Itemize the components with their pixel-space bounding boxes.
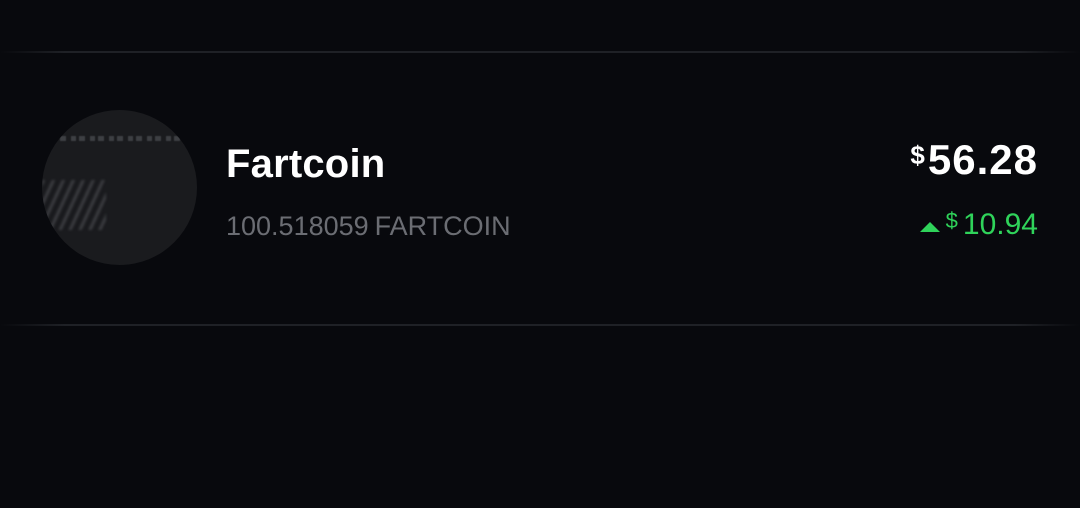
price-change: $ 10.94 [919,208,1038,242]
bottom-divider [0,324,1080,326]
fiat-value: $ 56.28 [910,136,1038,184]
token-avatar [42,110,197,265]
asset-list: Fartcoin 100.518059 FARTCOIN $ 56.28 $ 10… [0,0,1080,508]
top-divider [0,51,1080,53]
token-balance-amount: 100.518059 [226,211,369,241]
token-symbol: FARTCOIN [374,211,511,241]
avatar-image-detail [42,180,106,230]
token-balance: 100.518059 FARTCOIN [226,211,511,242]
change-amount: 10.94 [962,208,1038,241]
currency-symbol: $ [910,140,925,170]
fiat-value-amount: 56.28 [927,136,1038,183]
avatar-image-detail [52,136,197,141]
token-name: Fartcoin [226,142,386,186]
triangle-up-icon [919,222,940,232]
asset-row-fartcoin[interactable]: Fartcoin 100.518059 FARTCOIN $ 56.28 $ 10… [42,110,1038,266]
change-currency-symbol: $ [945,208,958,233]
